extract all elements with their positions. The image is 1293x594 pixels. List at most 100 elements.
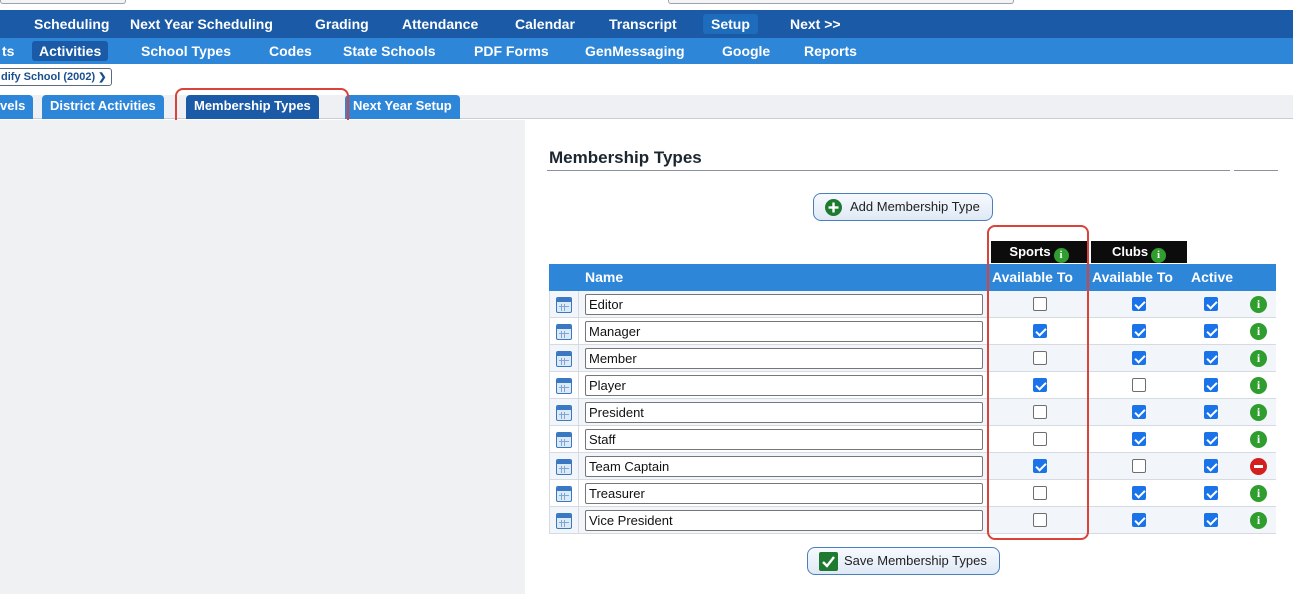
info-icon[interactable]: i bbox=[1250, 485, 1267, 502]
active-checkbox[interactable] bbox=[1204, 432, 1218, 446]
clubs-available-checkbox[interactable] bbox=[1132, 432, 1146, 446]
subnav-reports[interactable]: Reports bbox=[797, 41, 864, 61]
table-row: i bbox=[549, 372, 1276, 399]
school-select[interactable]: dify School (2002) ❯ bbox=[0, 68, 112, 86]
active-checkbox[interactable] bbox=[1204, 486, 1218, 500]
active-checkbox[interactable] bbox=[1204, 378, 1218, 392]
membership-name-input[interactable] bbox=[585, 456, 983, 477]
save-membership-types-button[interactable]: Save Membership Types bbox=[807, 547, 1000, 575]
save-button-label: Save Membership Types bbox=[844, 553, 987, 568]
cell-divider bbox=[578, 426, 579, 453]
sports-available-checkbox[interactable] bbox=[1033, 378, 1047, 392]
table-row: i bbox=[549, 345, 1276, 372]
cell-divider bbox=[578, 453, 579, 480]
subnav-activities[interactable]: Activities bbox=[32, 41, 109, 61]
active-checkbox[interactable] bbox=[1204, 351, 1218, 365]
clubs-available-checkbox[interactable] bbox=[1132, 459, 1146, 473]
title-divider-end bbox=[1234, 170, 1278, 171]
top-field-left[interactable] bbox=[0, 0, 126, 4]
clubs-available-checkbox[interactable] bbox=[1132, 324, 1146, 338]
calendar-icon[interactable] bbox=[556, 351, 572, 367]
calendar-icon[interactable] bbox=[556, 405, 572, 421]
sports-available-checkbox[interactable] bbox=[1033, 324, 1047, 338]
nav-next[interactable]: Next >> bbox=[782, 14, 849, 34]
add-membership-type-button[interactable]: Add Membership Type bbox=[813, 193, 993, 221]
sports-available-checkbox[interactable] bbox=[1033, 432, 1047, 446]
active-checkbox[interactable] bbox=[1204, 297, 1218, 311]
calendar-icon[interactable] bbox=[556, 486, 572, 502]
top-field-right[interactable] bbox=[668, 0, 1014, 4]
membership-name-input[interactable] bbox=[585, 483, 983, 504]
calendar-icon[interactable] bbox=[556, 513, 572, 529]
col-sports-available: Available To bbox=[992, 269, 1073, 285]
subnav-codes[interactable]: Codes bbox=[262, 41, 319, 61]
membership-name-input[interactable] bbox=[585, 510, 983, 531]
info-icon[interactable]: i bbox=[1250, 512, 1267, 529]
clubs-available-checkbox[interactable] bbox=[1132, 378, 1146, 392]
subnav-school-types[interactable]: School Types bbox=[134, 41, 238, 61]
tab-membership-types[interactable]: Membership Types bbox=[186, 95, 319, 119]
sports-available-checkbox[interactable] bbox=[1033, 297, 1047, 311]
calendar-icon[interactable] bbox=[556, 324, 572, 340]
clubs-available-checkbox[interactable] bbox=[1132, 405, 1146, 419]
info-icon[interactable]: i bbox=[1053, 248, 1069, 263]
active-checkbox[interactable] bbox=[1204, 513, 1218, 527]
plus-circle-icon bbox=[825, 199, 842, 216]
title-divider bbox=[547, 170, 1230, 171]
calendar-icon[interactable] bbox=[556, 378, 572, 394]
tab-levels[interactable]: vels bbox=[0, 95, 34, 119]
subnav-pdf-forms[interactable]: PDF Forms bbox=[467, 41, 556, 61]
info-icon[interactable]: i bbox=[1250, 377, 1267, 394]
sports-available-checkbox[interactable] bbox=[1033, 351, 1047, 365]
remove-icon[interactable] bbox=[1250, 458, 1267, 475]
nav-scheduling[interactable]: Scheduling bbox=[26, 14, 117, 34]
info-icon[interactable]: i bbox=[1250, 296, 1267, 313]
nav-next-year-scheduling[interactable]: Next Year Scheduling bbox=[122, 14, 281, 34]
clubs-available-checkbox[interactable] bbox=[1132, 297, 1146, 311]
clubs-available-checkbox[interactable] bbox=[1132, 486, 1146, 500]
sports-available-checkbox[interactable] bbox=[1033, 405, 1047, 419]
active-checkbox[interactable] bbox=[1204, 324, 1218, 338]
membership-name-input[interactable] bbox=[585, 321, 983, 342]
table-row: i bbox=[549, 291, 1276, 318]
membership-name-input[interactable] bbox=[585, 402, 983, 423]
membership-name-input[interactable] bbox=[585, 375, 983, 396]
clubs-available-checkbox[interactable] bbox=[1132, 351, 1146, 365]
nav-attendance[interactable]: Attendance bbox=[394, 14, 486, 34]
section-title: Membership Types bbox=[549, 148, 702, 167]
nav-calendar[interactable]: Calendar bbox=[507, 14, 583, 34]
calendar-icon[interactable] bbox=[556, 459, 572, 475]
info-icon[interactable]: i bbox=[1250, 350, 1267, 367]
membership-name-input[interactable] bbox=[585, 294, 983, 315]
membership-name-input[interactable] bbox=[585, 429, 983, 450]
nav-setup[interactable]: Setup bbox=[703, 14, 758, 34]
top-strip bbox=[0, 0, 1293, 10]
clubs-group-header: Clubs i bbox=[1091, 241, 1187, 263]
col-active: Active bbox=[1191, 269, 1234, 285]
subnav-state-schools[interactable]: State Schools bbox=[336, 41, 443, 61]
subnav-genmessaging[interactable]: GenMessaging bbox=[578, 41, 692, 61]
cell-divider bbox=[578, 345, 579, 372]
membership-name-input[interactable] bbox=[585, 348, 983, 369]
sports-available-checkbox[interactable] bbox=[1033, 486, 1047, 500]
left-pane bbox=[0, 120, 525, 594]
calendar-icon[interactable] bbox=[556, 297, 572, 313]
active-checkbox[interactable] bbox=[1204, 405, 1218, 419]
sports-available-checkbox[interactable] bbox=[1033, 513, 1047, 527]
subnav-ts[interactable]: ts bbox=[0, 41, 21, 61]
tab-next-year-setup[interactable]: Next Year Setup bbox=[345, 95, 460, 119]
info-icon[interactable]: i bbox=[1250, 323, 1267, 340]
info-icon[interactable]: i bbox=[1250, 404, 1267, 421]
nav-transcript[interactable]: Transcript bbox=[601, 14, 685, 34]
info-icon[interactable]: i bbox=[1250, 431, 1267, 448]
col-name[interactable]: Name bbox=[585, 269, 623, 285]
table-row: i bbox=[549, 426, 1276, 453]
sports-available-checkbox[interactable] bbox=[1033, 459, 1047, 473]
nav-grading[interactable]: Grading bbox=[307, 14, 377, 34]
subnav-google[interactable]: Google bbox=[715, 41, 777, 61]
info-icon[interactable]: i bbox=[1151, 248, 1167, 263]
active-checkbox[interactable] bbox=[1204, 459, 1218, 473]
tab-district-activities[interactable]: District Activities bbox=[42, 95, 164, 119]
calendar-icon[interactable] bbox=[556, 432, 572, 448]
clubs-available-checkbox[interactable] bbox=[1132, 513, 1146, 527]
